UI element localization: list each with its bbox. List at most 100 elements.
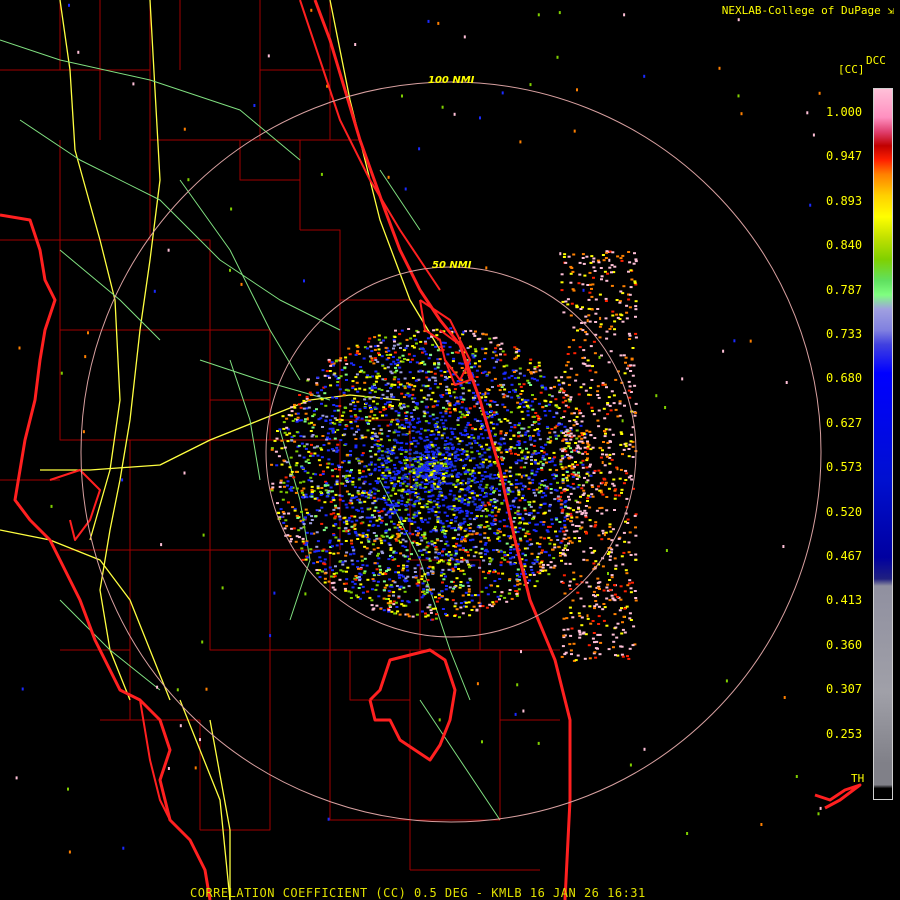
echo-pixel: [448, 482, 452, 485]
echo-pixel: [365, 516, 369, 519]
echo-pixel: [363, 480, 367, 483]
echo-pixel: [592, 594, 595, 597]
echo-pixel: [421, 582, 425, 585]
echo-pixel: [555, 405, 559, 408]
echo-pixel: [367, 463, 371, 466]
echo-pixel: [331, 475, 335, 478]
echo-pixel: [291, 506, 295, 509]
echo-pixel: [437, 21, 440, 25]
echo-pixel: [586, 494, 590, 497]
cursor-arrow-icon: ⇲: [887, 4, 894, 17]
echo-pixel: [319, 490, 323, 493]
echo-pixel: [452, 483, 456, 486]
echo-pixel: [609, 350, 613, 353]
echo-pixel: [447, 388, 451, 391]
echo-pixel: [605, 337, 609, 340]
echo-pixel: [281, 415, 285, 418]
echo-pixel: [489, 421, 493, 424]
echo-pixel: [183, 471, 186, 475]
echo-pixel: [378, 411, 382, 414]
echo-pixel: [527, 426, 531, 429]
echo-pixel: [309, 394, 313, 396]
echo-pixel: [812, 133, 815, 137]
echo-pixel: [485, 266, 488, 270]
echo-pixel: [594, 524, 598, 527]
echo-pixel: [506, 560, 510, 563]
echo-pixel: [376, 360, 380, 363]
echo-pixel: [304, 558, 308, 561]
echo-pixel: [567, 536, 571, 539]
echo-pixel: [369, 345, 373, 348]
echo-pixel: [317, 459, 321, 462]
echo-pixel: [608, 526, 612, 528]
echo-pixel: [490, 410, 493, 413]
echo-pixel: [453, 436, 457, 439]
echo-pixel: [419, 456, 423, 459]
echo-pixel: [387, 589, 391, 592]
echo-pixel: [317, 549, 321, 552]
echo-pixel: [465, 512, 469, 515]
echo-pixel: [495, 549, 499, 551]
echo-pixel: [411, 615, 415, 618]
echo-pixel: [407, 490, 411, 493]
echo-pixel: [408, 423, 412, 426]
echo-pixel: [478, 360, 481, 363]
echo-pixel: [517, 424, 521, 427]
echo-pixel: [460, 453, 464, 455]
echo-pixel: [399, 347, 402, 349]
echo-pixel: [574, 407, 578, 410]
echo-pixel: [575, 583, 579, 586]
echo-pixel: [402, 349, 406, 352]
echo-pixel: [494, 519, 498, 522]
echo-pixel: [569, 486, 573, 489]
echo-pixel: [488, 446, 492, 449]
echo-pixel: [503, 353, 507, 356]
echo-pixel: [328, 539, 332, 542]
echo-pixel: [577, 484, 581, 486]
echo-pixel: [544, 404, 548, 407]
county-line: [300, 229, 380, 301]
echo-pixel: [453, 388, 457, 391]
echo-pixel: [470, 599, 474, 602]
echo-pixel: [434, 617, 438, 620]
echo-pixel: [430, 430, 434, 433]
echo-pixel: [380, 397, 383, 400]
echo-pixel: [325, 482, 329, 485]
echo-pixel: [374, 534, 378, 537]
echo-pixel: [575, 478, 579, 480]
echo-pixel: [527, 501, 531, 504]
echo-pixel: [605, 496, 609, 498]
echo-pixel: [578, 540, 582, 543]
echo-pixel: [420, 539, 424, 542]
echo-pixel: [338, 498, 342, 501]
echo-pixel: [489, 473, 493, 476]
echo-pixel: [542, 563, 545, 566]
echo-pixel: [283, 485, 286, 488]
echo-pixel: [604, 300, 608, 302]
echo-pixel: [384, 378, 387, 381]
echo-pixel: [365, 376, 369, 379]
echo-pixel: [517, 493, 521, 496]
echo-pixel: [473, 397, 477, 399]
echo-pixel: [737, 18, 740, 22]
echo-pixel: [523, 535, 527, 538]
echo-pixel: [606, 553, 610, 555]
echo-pixel: [343, 428, 347, 430]
echo-pixel: [634, 553, 638, 556]
echo-pixel: [494, 360, 498, 363]
echo-pixel: [587, 393, 591, 396]
echo-pixel: [382, 580, 386, 583]
echo-pixel: [473, 405, 477, 408]
echo-pixel: [326, 449, 330, 452]
echo-pixel: [579, 461, 583, 464]
echo-pixel: [449, 553, 453, 556]
echo-pixel: [443, 462, 447, 465]
echo-pixel: [519, 539, 523, 542]
echo-pixel: [479, 480, 483, 483]
echo-pixel: [405, 566, 409, 568]
echo-pixel: [538, 369, 542, 372]
echo-pixel: [620, 607, 623, 610]
echo-pixel: [315, 383, 319, 386]
echo-pixel: [664, 406, 667, 409]
echo-pixel: [634, 597, 638, 599]
